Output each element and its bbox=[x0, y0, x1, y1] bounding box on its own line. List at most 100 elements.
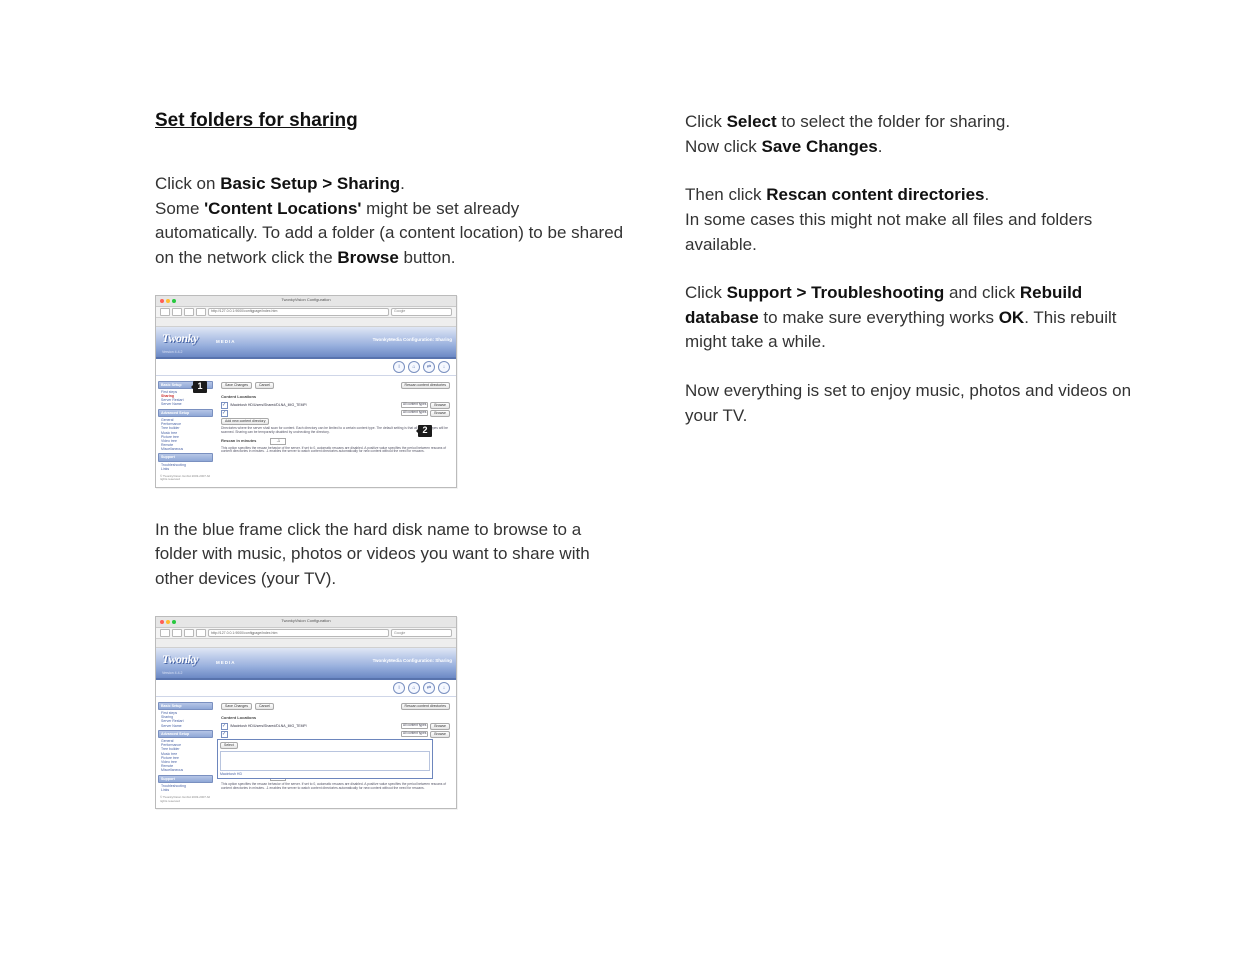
section-title-content-locations: Content Locations bbox=[221, 395, 450, 400]
main-panel: Save Changes Cancel Rescan content direc… bbox=[215, 697, 456, 808]
text: Click on bbox=[155, 174, 220, 193]
disk-link[interactable]: Macintosh HD bbox=[220, 772, 430, 776]
forward-button[interactable] bbox=[172, 629, 182, 637]
help-text: This option specifies the rescan behavio… bbox=[221, 783, 450, 791]
app-banner: Twonky MEDIA Version 4.4.2 TwonkyMedia C… bbox=[156, 327, 456, 359]
action-buttons: Save Changes Cancel Rescan content direc… bbox=[221, 382, 450, 389]
share-checkbox[interactable] bbox=[221, 410, 228, 417]
sidebar-heading-advanced: Advanced Setup bbox=[158, 409, 213, 417]
back-button[interactable] bbox=[160, 308, 170, 316]
sidebar-heading-basic: Basic Setup bbox=[158, 702, 213, 710]
window-title: TwonkyVision Configuration bbox=[156, 298, 456, 303]
left-column: Set folders for sharing Click on Basic S… bbox=[155, 110, 625, 839]
reload-button[interactable] bbox=[184, 629, 194, 637]
info-icon[interactable]: i bbox=[393, 361, 405, 373]
cancel-button[interactable]: Cancel bbox=[255, 703, 274, 710]
search-field[interactable]: Google bbox=[391, 308, 452, 316]
save-button[interactable]: Save Changes bbox=[221, 703, 252, 710]
home-button[interactable] bbox=[196, 629, 206, 637]
window-titlebar: TwonkyVision Configuration bbox=[156, 617, 456, 628]
share-checkbox[interactable] bbox=[221, 731, 228, 738]
section-title-content-locations: Content Locations bbox=[221, 716, 450, 721]
share-icon[interactable]: ⇄ bbox=[423, 682, 435, 694]
banner-icon-row: i ⌂ ⇄ ↓ bbox=[156, 359, 456, 376]
download-icon[interactable]: ↓ bbox=[438, 361, 450, 373]
sidebar-item[interactable]: Miscellaneous bbox=[158, 768, 213, 772]
info-icon[interactable]: i bbox=[393, 682, 405, 694]
back-button[interactable] bbox=[160, 629, 170, 637]
content-row: /Macintosh HD/Users/Shared/DLNA_IMG_TEMP… bbox=[221, 402, 450, 409]
text: button. bbox=[399, 248, 456, 267]
text: and click bbox=[944, 283, 1020, 302]
text: . bbox=[985, 185, 990, 204]
save-button[interactable]: Save Changes bbox=[221, 382, 252, 389]
rescan-button[interactable]: Rescan content directories bbox=[401, 382, 450, 389]
home-button[interactable] bbox=[196, 308, 206, 316]
sidebar-item[interactable]: Miscellaneous bbox=[158, 447, 213, 451]
folder-list[interactable] bbox=[220, 751, 430, 771]
content-type-select[interactable]: All content types bbox=[401, 731, 428, 737]
term: OK bbox=[999, 308, 1025, 327]
text: Now click bbox=[685, 137, 762, 156]
cancel-button[interactable]: Cancel bbox=[255, 382, 274, 389]
callout-marker-1: 1 bbox=[193, 381, 207, 393]
popover-toolbar: Select bbox=[220, 742, 430, 749]
address-bar[interactable]: http://127.0.0.1:9000/configpage/index.h… bbox=[208, 308, 389, 316]
sidebar-heading-support: Support bbox=[158, 775, 213, 783]
content-path: /Macintosh HD/Users/Shared/DLNA_IMG_TEMP… bbox=[230, 403, 399, 407]
app-body: Basic Setup First steps Sharing Server R… bbox=[156, 697, 456, 808]
sidebar-item[interactable]: Server Name bbox=[158, 402, 213, 406]
forward-button[interactable] bbox=[172, 308, 182, 316]
app-logo-sub: MEDIA bbox=[216, 339, 236, 344]
app-logo: Twonky bbox=[162, 331, 198, 345]
browse-button[interactable]: Browse bbox=[430, 410, 450, 417]
content-type-select[interactable]: All content types bbox=[401, 723, 428, 729]
download-icon[interactable]: ↓ bbox=[438, 682, 450, 694]
button-name: Browse bbox=[337, 248, 398, 267]
share-checkbox[interactable] bbox=[221, 723, 228, 730]
sidebar: Basic Setup First steps Sharing Server R… bbox=[156, 697, 215, 808]
rescan-value-input[interactable]: -1 bbox=[270, 438, 286, 445]
search-field[interactable]: Google bbox=[391, 629, 452, 637]
add-row: Add new content directory bbox=[221, 418, 450, 425]
document-page: Set folders for sharing Click on Basic S… bbox=[0, 0, 1235, 954]
app-logo-sub: MEDIA bbox=[216, 660, 236, 665]
content-row: /Macintosh HD/Users/Shared/DLNA_IMG_TEMP… bbox=[221, 723, 450, 730]
browser-tabstrip bbox=[156, 318, 456, 327]
text: . bbox=[878, 137, 883, 156]
browser-toolbar: http://127.0.0.1:9000/configpage/index.h… bbox=[156, 628, 456, 639]
instruction-paragraph: Click on Basic Setup > Sharing. Some 'Co… bbox=[155, 172, 625, 271]
content-type-select[interactable]: All content types bbox=[401, 410, 428, 416]
sidebar-footer: © TwonkyVision GmbH 2003-2007 All rights… bbox=[158, 471, 213, 484]
sidebar-heading-advanced: Advanced Setup bbox=[158, 730, 213, 738]
reload-button[interactable] bbox=[184, 308, 194, 316]
add-directory-button[interactable]: Add new content directory bbox=[221, 418, 269, 425]
browse-button[interactable]: Browse bbox=[430, 731, 450, 738]
button-name: Save Changes bbox=[762, 137, 878, 156]
sidebar-item[interactable]: Server Name bbox=[158, 724, 213, 728]
content-row: All content types Browse bbox=[221, 410, 450, 417]
text: Then click bbox=[685, 185, 766, 204]
browse-button[interactable]: Browse bbox=[430, 402, 450, 409]
section-heading: Set folders for sharing bbox=[155, 110, 625, 132]
text: In some cases this might not make all fi… bbox=[685, 210, 1092, 254]
sidebar-footer: © TwonkyVision GmbH 2003-2007 All rights… bbox=[158, 792, 213, 805]
select-button[interactable]: Select bbox=[220, 742, 238, 749]
content-type-select[interactable]: All content types bbox=[401, 402, 428, 408]
address-bar[interactable]: http://127.0.0.1:9000/configpage/index.h… bbox=[208, 629, 389, 637]
action-buttons: Save Changes Cancel Rescan content direc… bbox=[221, 703, 450, 710]
share-checkbox[interactable] bbox=[221, 402, 228, 409]
home-icon[interactable]: ⌂ bbox=[408, 361, 420, 373]
app-logo: Twonky bbox=[162, 652, 198, 666]
browse-button[interactable]: Browse bbox=[430, 723, 450, 730]
text: Some bbox=[155, 199, 204, 218]
share-icon[interactable]: ⇄ bbox=[423, 361, 435, 373]
screenshot-1: 1 2 TwonkyVision Configuration http://12… bbox=[155, 295, 457, 488]
instruction-paragraph: Click Select to select the folder for sh… bbox=[685, 110, 1155, 159]
rescan-row: Rescan in minutes -1 bbox=[221, 438, 450, 445]
home-icon[interactable]: ⌂ bbox=[408, 682, 420, 694]
rescan-button[interactable]: Rescan content directories bbox=[401, 703, 450, 710]
instruction-paragraph: Click Support > Troubleshooting and clic… bbox=[685, 281, 1155, 355]
browser-tabstrip bbox=[156, 639, 456, 648]
text: Click bbox=[685, 283, 727, 302]
